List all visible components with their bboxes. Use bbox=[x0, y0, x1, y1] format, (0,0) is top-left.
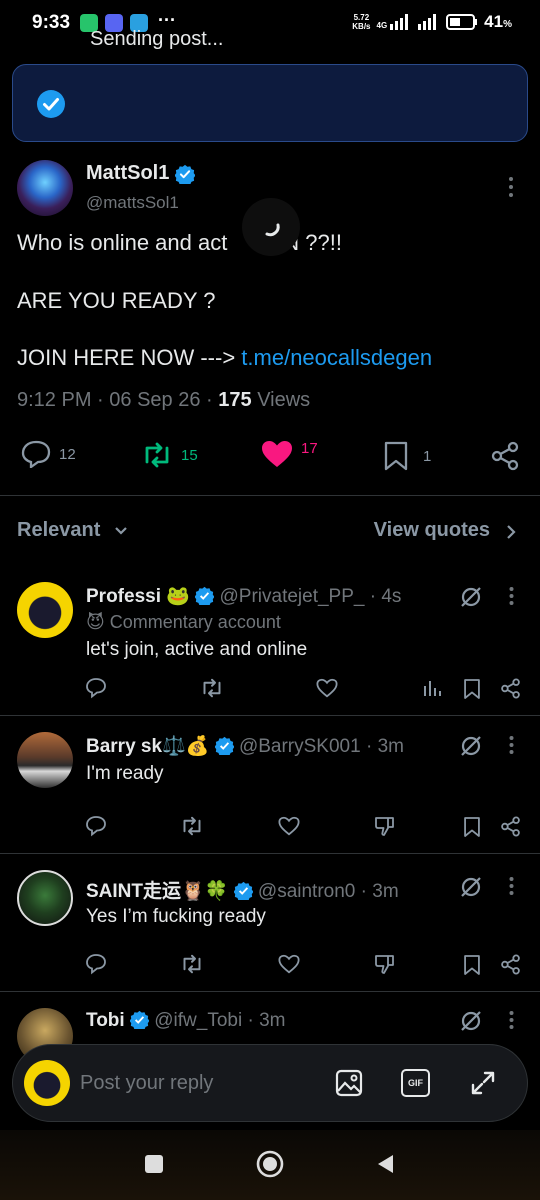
status-right: 5.72 KB/s 4G 41% bbox=[352, 12, 512, 32]
divider bbox=[0, 495, 540, 496]
author-avatar[interactable] bbox=[17, 160, 73, 216]
reply-button[interactable]: 12 bbox=[21, 440, 76, 468]
post-meta: 9:12 PM · 06 Sep 26 · 175 Views bbox=[17, 389, 311, 411]
repost-button[interactable]: 15 bbox=[141, 442, 198, 468]
mask-icon: 😈 bbox=[86, 612, 105, 632]
reply-text: I'm ready bbox=[86, 763, 164, 784]
reply-author-name[interactable]: Professi 🐸 bbox=[86, 586, 190, 607]
reply-header: Professi 🐸 @Privatejet_PP_ · 4s bbox=[86, 586, 402, 607]
reply-more-icon[interactable] bbox=[509, 735, 514, 755]
reply-author-name[interactable]: Tobi bbox=[86, 1010, 125, 1031]
reply-icon[interactable] bbox=[85, 953, 107, 975]
analytics-icon[interactable] bbox=[422, 678, 442, 698]
expand-icon[interactable] bbox=[469, 1069, 497, 1097]
repost-icon bbox=[145, 442, 169, 468]
gif-button[interactable]: GIF bbox=[401, 1069, 430, 1097]
battery-percent: 41% bbox=[484, 12, 512, 31]
reply-avatar[interactable] bbox=[17, 582, 73, 638]
chevron-right-icon[interactable] bbox=[506, 524, 516, 540]
verified-badge-icon bbox=[175, 164, 196, 184]
reply-icon[interactable] bbox=[85, 815, 107, 837]
battery-icon bbox=[446, 14, 478, 30]
commentary-label: 😈 Commentary account bbox=[86, 612, 281, 632]
downvote-icon[interactable] bbox=[374, 815, 396, 837]
reply-header: SAINT走运🦉🍀 @saintron0 · 3m bbox=[86, 881, 399, 902]
reply-input[interactable]: Post your reply bbox=[80, 1072, 213, 1095]
reply-icon[interactable] bbox=[85, 677, 107, 699]
bookmark-icon bbox=[384, 441, 408, 471]
signal-icon-1: 4G bbox=[377, 14, 413, 30]
bookmark-icon[interactable] bbox=[463, 954, 481, 976]
bookmark-icon[interactable] bbox=[463, 678, 481, 700]
reply-author-name[interactable]: Barry sk⚖️💰 bbox=[86, 736, 209, 757]
reply-more-icon[interactable] bbox=[509, 586, 514, 606]
like-icon[interactable] bbox=[278, 816, 300, 836]
verified-badge-icon bbox=[195, 586, 215, 605]
bookmark-icon[interactable] bbox=[463, 816, 481, 838]
signal-icon-2 bbox=[418, 14, 437, 30]
reply-header: Tobi @ifw_Tobi · 3m bbox=[86, 1010, 286, 1031]
toast-text: Sending post... bbox=[90, 28, 224, 50]
post-more-icon[interactable] bbox=[508, 176, 514, 198]
back-button[interactable] bbox=[375, 1153, 395, 1175]
bookmark-button[interactable]: 1 bbox=[383, 441, 431, 471]
image-icon[interactable] bbox=[335, 1069, 363, 1097]
loading-spinner bbox=[242, 198, 300, 256]
reply-more-icon[interactable] bbox=[509, 1010, 514, 1030]
post-text-line2: ARE YOU READY ? bbox=[17, 288, 216, 313]
author-name[interactable]: MattSol1 bbox=[86, 162, 169, 185]
grok-icon[interactable] bbox=[459, 875, 483, 899]
divider bbox=[0, 853, 540, 854]
like-button[interactable]: 17 bbox=[261, 440, 318, 468]
like-icon[interactable] bbox=[316, 678, 338, 698]
share-icon[interactable] bbox=[500, 954, 521, 975]
reply-header: Barry sk⚖️💰 @BarrySK001 · 3m bbox=[86, 736, 404, 757]
reply-handle[interactable]: @ifw_Tobi bbox=[154, 1010, 242, 1031]
post-link[interactable]: t.me/neocallsdegen bbox=[241, 345, 432, 370]
reply-text: let's join, active and online bbox=[86, 639, 308, 660]
sending-toast bbox=[12, 64, 528, 142]
grok-icon[interactable] bbox=[459, 734, 483, 758]
reply-more-icon[interactable] bbox=[509, 876, 514, 896]
reply-icon bbox=[21, 440, 51, 468]
home-button[interactable] bbox=[256, 1150, 284, 1178]
author-name-row[interactable]: MattSol1 bbox=[86, 162, 196, 185]
repost-icon[interactable] bbox=[180, 816, 204, 836]
author-handle[interactable]: @mattsSol1 bbox=[86, 193, 179, 213]
divider bbox=[0, 715, 540, 716]
repost-icon[interactable] bbox=[180, 954, 204, 974]
heart-filled-icon bbox=[262, 441, 292, 467]
reply-text: Yes I’m fucking ready bbox=[86, 906, 266, 927]
reply-handle[interactable]: @saintron0 bbox=[258, 881, 355, 902]
recents-button[interactable] bbox=[145, 1155, 163, 1173]
check-circle-icon bbox=[36, 89, 66, 119]
reply-avatar[interactable] bbox=[17, 732, 73, 788]
net-speed: 5.72 KB/s bbox=[352, 13, 371, 31]
repost-icon[interactable] bbox=[200, 678, 224, 698]
verified-badge-icon bbox=[129, 1010, 149, 1029]
share-icon[interactable] bbox=[500, 678, 521, 699]
like-icon[interactable] bbox=[278, 954, 300, 974]
views-count: 175 bbox=[218, 389, 252, 411]
reply-avatar[interactable] bbox=[17, 870, 73, 926]
status-time: 9:33 bbox=[32, 12, 71, 33]
share-icon bbox=[491, 441, 519, 471]
my-avatar bbox=[24, 1060, 70, 1106]
verified-badge-icon bbox=[233, 881, 253, 900]
grok-icon[interactable] bbox=[459, 1009, 483, 1033]
verified-badge-icon bbox=[214, 736, 234, 755]
grok-icon[interactable] bbox=[459, 585, 483, 609]
share-button[interactable] bbox=[490, 441, 520, 471]
downvote-icon[interactable] bbox=[374, 953, 396, 975]
divider bbox=[0, 991, 540, 992]
relevant-dropdown[interactable]: Relevant bbox=[17, 519, 128, 542]
chevron-down-icon bbox=[115, 526, 127, 535]
reply-handle[interactable]: @BarrySK001 bbox=[239, 736, 361, 757]
reply-author-name[interactable]: SAINT走运🦉🍀 bbox=[86, 881, 228, 902]
reply-handle[interactable]: @Privatejet_PP_ bbox=[220, 586, 365, 607]
view-quotes-link[interactable]: View quotes bbox=[374, 519, 490, 542]
share-icon[interactable] bbox=[500, 816, 521, 837]
post-text-line3: JOIN HERE NOW ---> t.me/neocallsdegen bbox=[17, 345, 433, 370]
